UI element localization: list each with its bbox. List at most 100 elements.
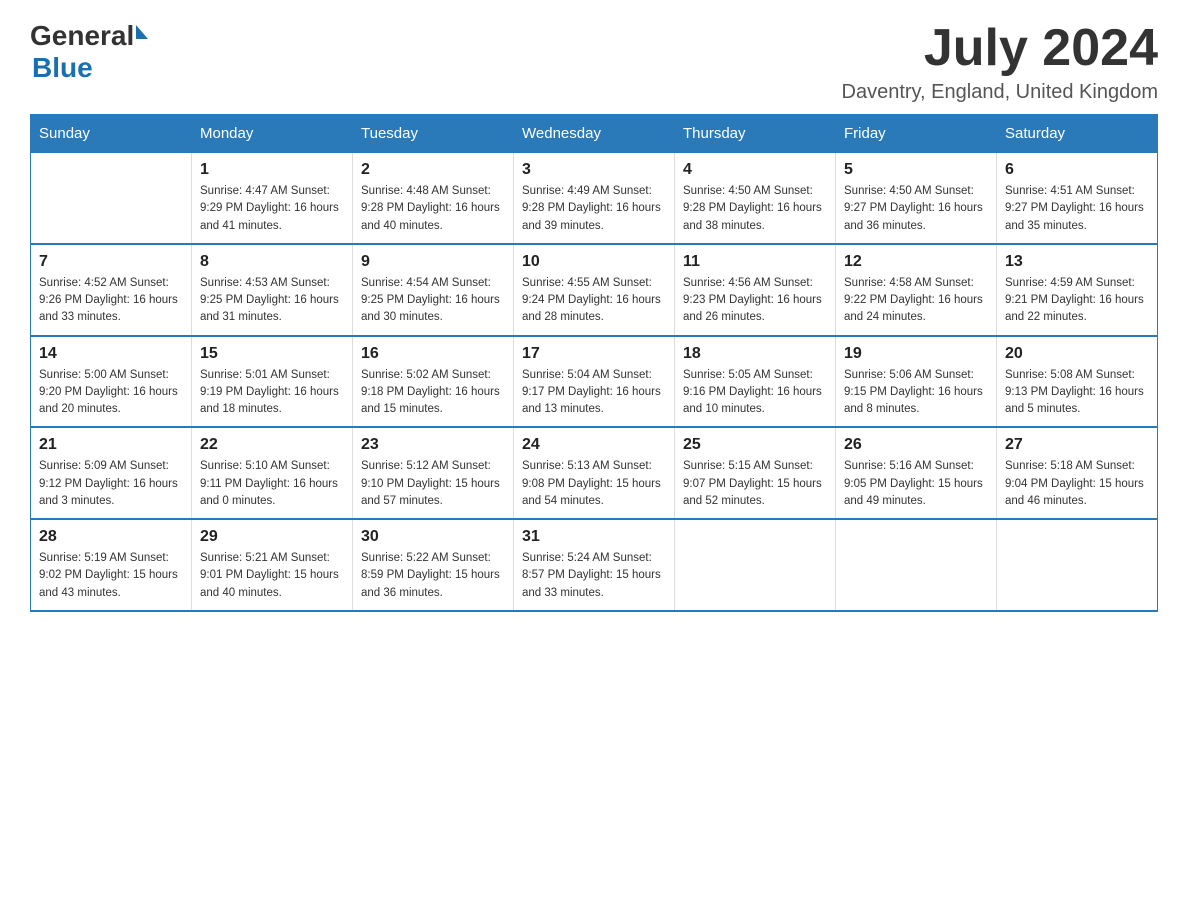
table-row <box>836 519 997 611</box>
day-info: Sunrise: 5:22 AM Sunset: 8:59 PM Dayligh… <box>361 550 505 602</box>
table-row <box>997 519 1158 611</box>
calendar-week-row: 21Sunrise: 5:09 AM Sunset: 9:12 PM Dayli… <box>31 427 1158 519</box>
table-row <box>675 519 836 611</box>
day-number: 31 <box>522 528 666 546</box>
table-row: 4 Sunrise: 4:50 AM Sunset: 9:28 PM Daylig… <box>675 153 836 244</box>
table-row: 15 Sunrise: 5:01 AM Sunset: 9:19 PM Dayli… <box>192 336 353 428</box>
day-number: 7 <box>39 253 183 271</box>
day-number: 8 <box>200 253 344 271</box>
day-number: 9 <box>361 253 505 271</box>
day-number: 15 <box>200 345 344 363</box>
title-section: July 2024 Daventry, England, United King… <box>842 20 1158 104</box>
day-number: 30 <box>361 528 505 546</box>
table-row: 31 Sunrise: 5:24 AM Sunset: 8:57 PM Dayli… <box>514 519 675 611</box>
logo-blue-text: Blue <box>32 52 93 84</box>
day-info: Sunrise: 5:01 AM Sunset: 9:19 PM Dayligh… <box>200 367 344 419</box>
table-row: 12Sunrise: 4:58 AM Sunset: 9:22 PM Dayli… <box>836 244 997 336</box>
day-info: Sunrise: 5:10 AM Sunset: 9:11 PM Dayligh… <box>200 458 344 510</box>
day-info: Sunrise: 4:47 AM Sunset: 9:29 PM Dayligh… <box>200 183 344 235</box>
day-info: Sunrise: 4:50 AM Sunset: 9:28 PM Dayligh… <box>683 183 827 235</box>
day-number: 17 <box>522 345 666 363</box>
table-row: 26Sunrise: 5:16 AM Sunset: 9:05 PM Dayli… <box>836 427 997 519</box>
day-info: Sunrise: 5:06 AM Sunset: 9:15 PM Dayligh… <box>844 367 988 419</box>
day-number: 14 <box>39 345 183 363</box>
day-info: Sunrise: 5:12 AM Sunset: 9:10 PM Dayligh… <box>361 458 505 510</box>
day-info: Sunrise: 4:56 AM Sunset: 9:23 PM Dayligh… <box>683 275 827 327</box>
day-number: 16 <box>361 345 505 363</box>
day-info: Sunrise: 5:05 AM Sunset: 9:16 PM Dayligh… <box>683 367 827 419</box>
day-info: Sunrise: 5:04 AM Sunset: 9:17 PM Dayligh… <box>522 367 666 419</box>
day-info: Sunrise: 4:52 AM Sunset: 9:26 PM Dayligh… <box>39 275 183 327</box>
calendar-week-row: 7 Sunrise: 4:52 AM Sunset: 9:26 PM Daylig… <box>31 244 1158 336</box>
day-number: 10 <box>522 253 666 271</box>
logo-general-text: General <box>30 20 134 52</box>
day-number: 13 <box>1005 253 1149 271</box>
table-row: 11 Sunrise: 4:56 AM Sunset: 9:23 PM Dayli… <box>675 244 836 336</box>
logo: General Blue <box>30 20 148 84</box>
day-number: 2 <box>361 161 505 179</box>
page-header: General Blue July 2024 Daventry, England… <box>30 20 1158 104</box>
day-info: Sunrise: 5:24 AM Sunset: 8:57 PM Dayligh… <box>522 550 666 602</box>
day-info: Sunrise: 4:59 AM Sunset: 9:21 PM Dayligh… <box>1005 275 1149 327</box>
table-row: 22 Sunrise: 5:10 AM Sunset: 9:11 PM Dayli… <box>192 427 353 519</box>
day-info: Sunrise: 4:54 AM Sunset: 9:25 PM Dayligh… <box>361 275 505 327</box>
day-info: Sunrise: 4:48 AM Sunset: 9:28 PM Dayligh… <box>361 183 505 235</box>
day-number: 18 <box>683 345 827 363</box>
day-number: 27 <box>1005 436 1149 454</box>
day-number: 12 <box>844 253 988 271</box>
table-row: 18 Sunrise: 5:05 AM Sunset: 9:16 PM Dayli… <box>675 336 836 428</box>
day-number: 22 <box>200 436 344 454</box>
day-info: Sunrise: 5:19 AM Sunset: 9:02 PM Dayligh… <box>39 550 183 602</box>
day-number: 25 <box>683 436 827 454</box>
day-info: Sunrise: 4:51 AM Sunset: 9:27 PM Dayligh… <box>1005 183 1149 235</box>
day-info: Sunrise: 5:21 AM Sunset: 9:01 PM Dayligh… <box>200 550 344 602</box>
calendar-header-row: Sunday Monday Tuesday Wednesday Thursday… <box>31 115 1158 153</box>
table-row: 28 Sunrise: 5:19 AM Sunset: 9:02 PM Dayli… <box>31 519 192 611</box>
table-row: 29 Sunrise: 5:21 AM Sunset: 9:01 PM Dayli… <box>192 519 353 611</box>
table-row: 14Sunrise: 5:00 AM Sunset: 9:20 PM Dayli… <box>31 336 192 428</box>
day-number: 11 <box>683 253 827 271</box>
day-info: Sunrise: 5:09 AM Sunset: 9:12 PM Dayligh… <box>39 458 183 510</box>
table-row: 25 Sunrise: 5:15 AM Sunset: 9:07 PM Dayli… <box>675 427 836 519</box>
table-row: 16 Sunrise: 5:02 AM Sunset: 9:18 PM Dayli… <box>353 336 514 428</box>
col-wednesday: Wednesday <box>514 115 675 153</box>
day-info: Sunrise: 5:08 AM Sunset: 9:13 PM Dayligh… <box>1005 367 1149 419</box>
day-number: 19 <box>844 345 988 363</box>
table-row: 5Sunrise: 4:50 AM Sunset: 9:27 PM Daylig… <box>836 153 997 244</box>
table-row: 24 Sunrise: 5:13 AM Sunset: 9:08 PM Dayli… <box>514 427 675 519</box>
table-row: 3 Sunrise: 4:49 AM Sunset: 9:28 PM Daylig… <box>514 153 675 244</box>
day-info: Sunrise: 5:15 AM Sunset: 9:07 PM Dayligh… <box>683 458 827 510</box>
table-row: 9 Sunrise: 4:54 AM Sunset: 9:25 PM Daylig… <box>353 244 514 336</box>
day-number: 28 <box>39 528 183 546</box>
table-row: 19 Sunrise: 5:06 AM Sunset: 9:15 PM Dayli… <box>836 336 997 428</box>
day-info: Sunrise: 4:53 AM Sunset: 9:25 PM Dayligh… <box>200 275 344 327</box>
day-info: Sunrise: 5:18 AM Sunset: 9:04 PM Dayligh… <box>1005 458 1149 510</box>
table-row: 21Sunrise: 5:09 AM Sunset: 9:12 PM Dayli… <box>31 427 192 519</box>
day-info: Sunrise: 5:13 AM Sunset: 9:08 PM Dayligh… <box>522 458 666 510</box>
day-number: 6 <box>1005 161 1149 179</box>
day-info: Sunrise: 5:16 AM Sunset: 9:05 PM Dayligh… <box>844 458 988 510</box>
day-number: 29 <box>200 528 344 546</box>
calendar-week-row: 14Sunrise: 5:00 AM Sunset: 9:20 PM Dayli… <box>31 336 1158 428</box>
day-number: 3 <box>522 161 666 179</box>
col-friday: Friday <box>836 115 997 153</box>
day-number: 1 <box>200 161 344 179</box>
day-info: Sunrise: 5:02 AM Sunset: 9:18 PM Dayligh… <box>361 367 505 419</box>
col-thursday: Thursday <box>675 115 836 153</box>
table-row: 8 Sunrise: 4:53 AM Sunset: 9:25 PM Daylig… <box>192 244 353 336</box>
table-row: 20 Sunrise: 5:08 AM Sunset: 9:13 PM Dayli… <box>997 336 1158 428</box>
table-row: 2 Sunrise: 4:48 AM Sunset: 9:28 PM Daylig… <box>353 153 514 244</box>
col-tuesday: Tuesday <box>353 115 514 153</box>
col-saturday: Saturday <box>997 115 1158 153</box>
day-number: 24 <box>522 436 666 454</box>
day-number: 4 <box>683 161 827 179</box>
table-row: 7 Sunrise: 4:52 AM Sunset: 9:26 PM Daylig… <box>31 244 192 336</box>
calendar-week-row: 1 Sunrise: 4:47 AM Sunset: 9:29 PM Daylig… <box>31 153 1158 244</box>
day-number: 20 <box>1005 345 1149 363</box>
table-row: 13 Sunrise: 4:59 AM Sunset: 9:21 PM Dayli… <box>997 244 1158 336</box>
col-sunday: Sunday <box>31 115 192 153</box>
day-info: Sunrise: 4:49 AM Sunset: 9:28 PM Dayligh… <box>522 183 666 235</box>
calendar-table: Sunday Monday Tuesday Wednesday Thursday… <box>30 114 1158 612</box>
table-row: 1 Sunrise: 4:47 AM Sunset: 9:29 PM Daylig… <box>192 153 353 244</box>
table-row: 27 Sunrise: 5:18 AM Sunset: 9:04 PM Dayli… <box>997 427 1158 519</box>
